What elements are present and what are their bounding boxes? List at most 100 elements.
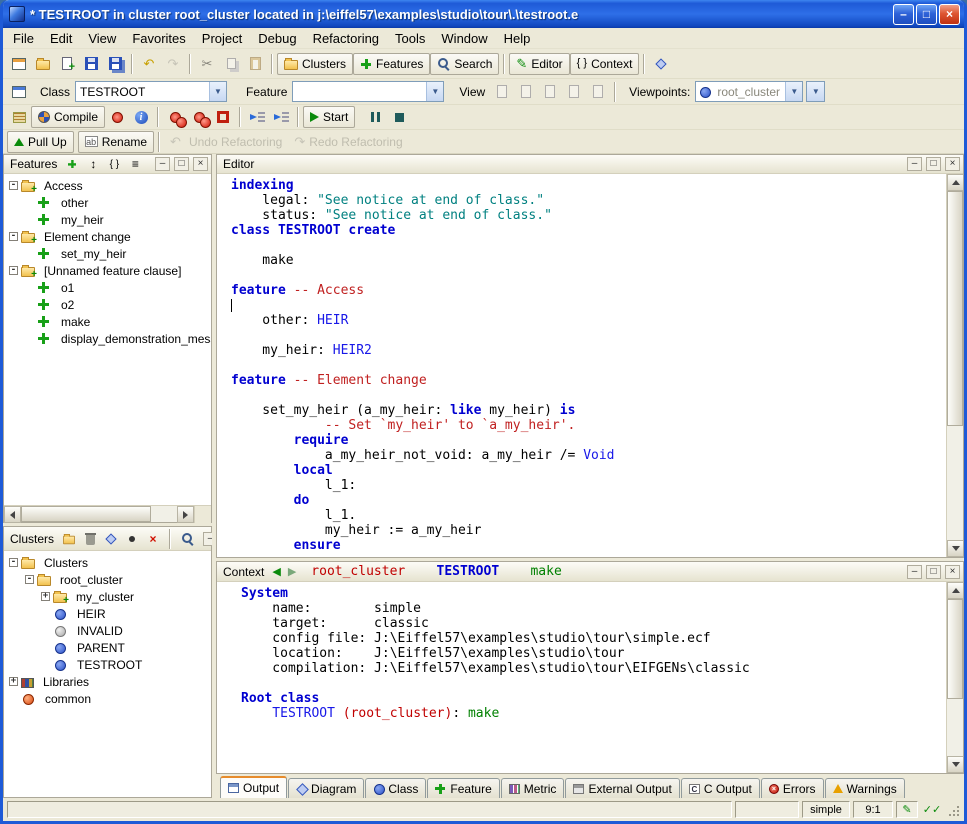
close-button[interactable]: × [939,4,960,25]
tab-class[interactable]: Class [365,778,426,798]
menu-tools[interactable]: Tools [387,29,433,48]
flat-view-button[interactable] [538,80,562,104]
pane-minimize-button[interactable]: – [907,157,922,171]
menu-edit[interactable]: Edit [42,29,80,48]
tab-external-output[interactable]: External Output [565,778,679,798]
tree-item-invalid[interactable]: INVALID [4,622,211,639]
breadcrumb-feature[interactable]: make [530,564,561,579]
chevron-down-icon[interactable]: ▼ [785,82,802,101]
pane-maximize-button[interactable]: □ [926,157,941,171]
new-class-button[interactable] [55,52,79,76]
remove-class-button[interactable]: × [144,531,162,547]
history-forward-button[interactable]: ▶ [286,565,298,578]
paste-button[interactable] [243,52,267,76]
context-code-area[interactable]: System name: simple target: classic conf… [217,582,963,773]
editor-tool-button[interactable]: ✎ Editor [509,53,569,75]
pause-button[interactable] [363,105,387,129]
stop-button[interactable] [387,105,411,129]
add-cluster-button[interactable] [60,531,78,547]
menu-debug[interactable]: Debug [250,29,304,48]
clickable-view-button[interactable] [514,80,538,104]
tree-item-heir[interactable]: HEIR [4,605,211,622]
scroll-up-button[interactable] [947,582,963,599]
tree-item-make[interactable]: make [4,313,211,330]
tree-item-my-cluster[interactable]: +my_cluster [4,588,211,605]
resize-grip[interactable] [946,802,960,818]
tree-expander-icon[interactable]: - [9,266,18,275]
chevron-down-icon[interactable]: ▼ [807,82,824,101]
scroll-track[interactable] [947,599,963,756]
save-button[interactable] [79,52,103,76]
diagram-view-button[interactable] [102,531,120,547]
pane-close-button[interactable]: × [945,157,960,171]
tab-metric[interactable]: Metric [501,778,565,798]
search-tool-button[interactable]: Search [430,53,499,75]
contract-view-button[interactable] [562,80,586,104]
step-into-button[interactable] [269,105,293,129]
run-workbench-button[interactable] [163,105,187,129]
editor-code[interactable]: indexing legal: "See notice at end of cl… [217,174,963,553]
tree-expander-icon[interactable]: - [9,558,18,567]
tree-item-root-cluster[interactable]: -root_cluster [4,571,211,588]
scroll-down-button[interactable] [947,540,963,557]
add-feature-button[interactable] [63,156,81,172]
tree-item-clusters[interactable]: -Clusters [4,554,211,571]
maximize-button[interactable]: □ [916,4,937,25]
scroll-track[interactable] [947,191,963,540]
run-ignore-breakpoints-button[interactable] [187,105,211,129]
menu-favorites[interactable]: Favorites [124,29,193,48]
diagram-tool-button[interactable] [649,52,673,76]
tree-item-testroot[interactable]: TESTROOT [4,656,211,673]
system-info-button[interactable]: i [129,105,153,129]
tree-item-parent[interactable]: PARENT [4,639,211,656]
pane-close-button[interactable]: × [193,157,208,171]
drop-target-button[interactable] [7,80,31,104]
tree-expander-icon[interactable]: - [9,232,18,241]
pull-up-button[interactable]: Pull Up [7,131,74,153]
step-over-button[interactable] [245,105,269,129]
tree-item-o2[interactable]: o2 [4,296,211,313]
scroll-thumb[interactable] [21,506,151,522]
start-button[interactable]: Start [303,106,355,128]
tab-errors[interactable]: Errors [761,778,824,798]
tree-item-other[interactable]: other [4,194,211,211]
redo-button[interactable]: ↷ [161,52,185,76]
scroll-left-button[interactable] [4,506,21,523]
history-back-button[interactable]: ◀ [270,565,282,578]
viewpoints-combo[interactable]: root_cluster ▼ [695,81,803,102]
cut-button[interactable]: ✂ [195,52,219,76]
tree-item-o1[interactable]: o1 [4,279,211,296]
tree-item-libraries[interactable]: +Libraries [4,673,211,690]
project-settings-button[interactable] [7,105,31,129]
tab-output[interactable]: Output [220,776,287,798]
compile-button[interactable]: Compile [31,106,105,128]
undo-refactoring-button[interactable]: ↶ Undo Refactoring [164,130,288,154]
tree-expander-icon[interactable]: + [41,592,50,601]
pane-minimize-button[interactable]: – [907,565,922,579]
chevron-down-icon[interactable]: ▼ [426,82,443,101]
target-button[interactable] [123,531,141,547]
tree-expander-icon[interactable]: - [25,575,34,584]
tab-diagram[interactable]: Diagram [288,778,364,798]
scroll-right-button[interactable] [177,506,194,523]
undo-button[interactable]: ↶ [137,52,161,76]
redo-refactoring-button[interactable]: ↷ Redo Refactoring [288,130,408,154]
copy-button[interactable] [219,52,243,76]
context-tool-button[interactable]: { } Context [570,53,640,75]
tab-c-output[interactable]: C Output [681,778,760,798]
tree-item-my-heir[interactable]: my_heir [4,211,211,228]
search-cluster-button[interactable] [178,531,196,547]
clauses-button[interactable]: ≡ [126,156,144,172]
open-file-button[interactable] [31,52,55,76]
tree-item-unnamed-feature-clause[interactable]: -[Unnamed feature clause] [4,262,211,279]
save-all-button[interactable] [103,52,127,76]
scroll-thumb[interactable] [947,599,963,699]
menu-file[interactable]: File [5,29,42,48]
tree-item-common[interactable]: common [4,690,211,707]
interface-view-button[interactable] [586,80,610,104]
stop-breakpoints-button[interactable] [211,105,235,129]
menu-window[interactable]: Window [433,29,495,48]
features-hscrollbar[interactable] [4,505,211,522]
pane-maximize-button[interactable]: □ [174,157,189,171]
menu-refactoring[interactable]: Refactoring [305,29,387,48]
